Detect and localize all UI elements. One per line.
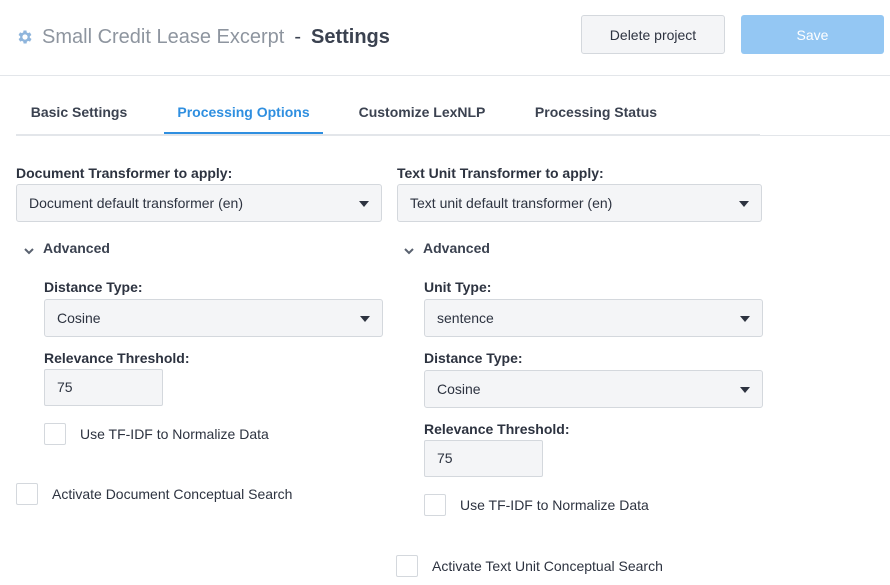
tab-divider [16,134,760,136]
caret-down-icon [360,316,370,322]
document-conceptual-search-label: Activate Document Conceptual Search [52,486,293,502]
caret-down-icon [359,201,369,207]
caret-down-icon [740,316,750,322]
document-tfidf-label: Use TF-IDF to Normalize Data [80,426,269,442]
text-unit-unit-type-value: sentence [437,310,494,326]
caret-down-icon [740,387,750,393]
tab-processing-options[interactable]: Processing Options [164,92,323,134]
page-header: Small Credit Lease Excerpt - Settings De… [0,0,890,76]
document-advanced-toggle[interactable]: Advanced [24,240,110,256]
document-transformer-label: Document Transformer to apply: [16,165,233,181]
text-unit-tfidf-checkbox[interactable]: Use TF-IDF to Normalize Data [424,494,649,516]
document-transformer-value: Document default transformer (en) [29,195,243,211]
text-unit-advanced-toggle[interactable]: Advanced [404,240,490,256]
text-unit-distance-type-value: Cosine [437,381,481,397]
text-unit-transformer-label: Text Unit Transformer to apply: [397,165,604,181]
tab-basic-settings[interactable]: Basic Settings [16,92,142,134]
chevron-down-icon [24,243,34,255]
checkbox-box[interactable] [44,423,66,445]
chevron-down-icon [404,243,414,255]
page-title: Small Credit Lease Excerpt - Settings [16,24,390,50]
text-unit-transformer-select[interactable]: Text unit default transformer (en) [397,184,762,222]
tab-processing-status[interactable]: Processing Status [522,92,670,134]
gear-icon [16,28,34,46]
text-unit-unit-type-select[interactable]: sentence [424,299,763,337]
document-conceptual-search-checkbox[interactable]: Activate Document Conceptual Search [16,483,292,505]
text-unit-unit-type-label: Unit Type: [424,279,492,295]
document-distance-type-select[interactable]: Cosine [44,299,383,337]
title-separator: - [294,25,301,48]
text-unit-relevance-label: Relevance Threshold: [424,421,570,437]
delete-project-button[interactable]: Delete project [581,15,725,54]
document-relevance-input[interactable]: 75 [44,369,163,406]
document-advanced-label: Advanced [43,240,110,256]
checkbox-box[interactable] [396,555,418,577]
text-unit-advanced-label: Advanced [423,240,490,256]
checkbox-box[interactable] [16,483,38,505]
text-unit-conceptual-search-label: Activate Text Unit Conceptual Search [432,558,663,574]
text-unit-transformer-value: Text unit default transformer (en) [410,195,613,211]
project-name: Small Credit Lease Excerpt [42,25,285,48]
checkbox-box[interactable] [424,494,446,516]
document-relevance-label: Relevance Threshold: [44,350,190,366]
document-tfidf-checkbox[interactable]: Use TF-IDF to Normalize Data [44,423,269,445]
caret-down-icon [739,201,749,207]
document-distance-type-value: Cosine [57,310,101,326]
settings-tabs: Basic Settings Processing Options Custom… [16,92,890,136]
text-unit-tfidf-label: Use TF-IDF to Normalize Data [460,497,649,513]
text-unit-distance-type-label: Distance Type: [424,350,523,366]
tab-customize-lexnlp[interactable]: Customize LexNLP [346,92,498,134]
page-name: Settings [311,25,390,48]
document-transformer-select[interactable]: Document default transformer (en) [16,184,382,222]
save-button[interactable]: Save [741,15,884,54]
text-unit-distance-type-select[interactable]: Cosine [424,370,763,408]
document-distance-type-label: Distance Type: [44,279,143,295]
text-unit-relevance-input[interactable]: 75 [424,440,543,477]
text-unit-conceptual-search-checkbox[interactable]: Activate Text Unit Conceptual Search [396,555,663,577]
